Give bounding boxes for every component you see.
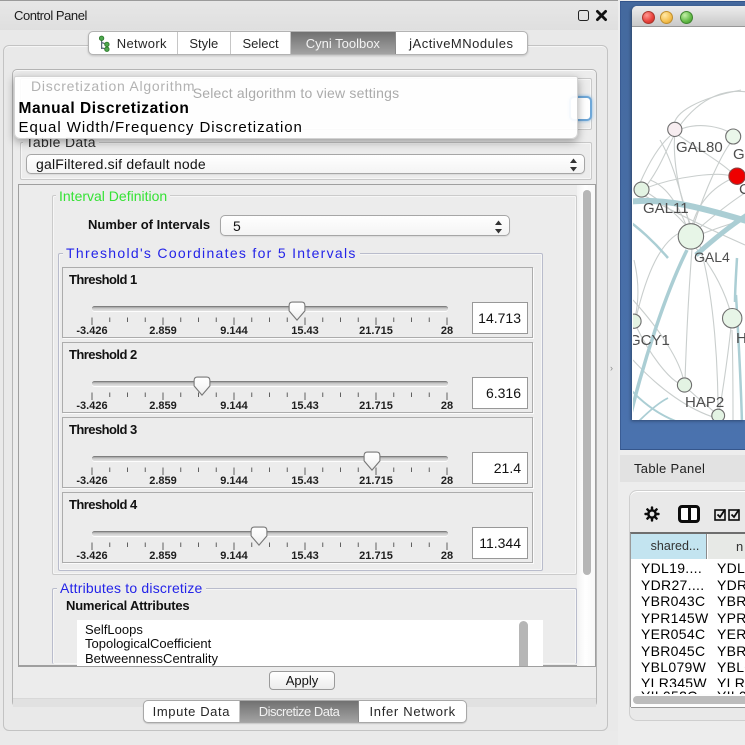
svg-text:GAL4: GAL4 xyxy=(694,249,730,265)
svg-text:HAP2: HAP2 xyxy=(685,394,724,411)
svg-text:GAL80: GAL80 xyxy=(676,139,723,156)
svg-text:G: G xyxy=(733,146,745,163)
svg-text:GCY1: GCY1 xyxy=(633,332,670,349)
svg-text:H: H xyxy=(736,330,745,347)
svg-text:GAL11: GAL11 xyxy=(643,200,689,217)
svg-text:C: C xyxy=(739,181,745,198)
